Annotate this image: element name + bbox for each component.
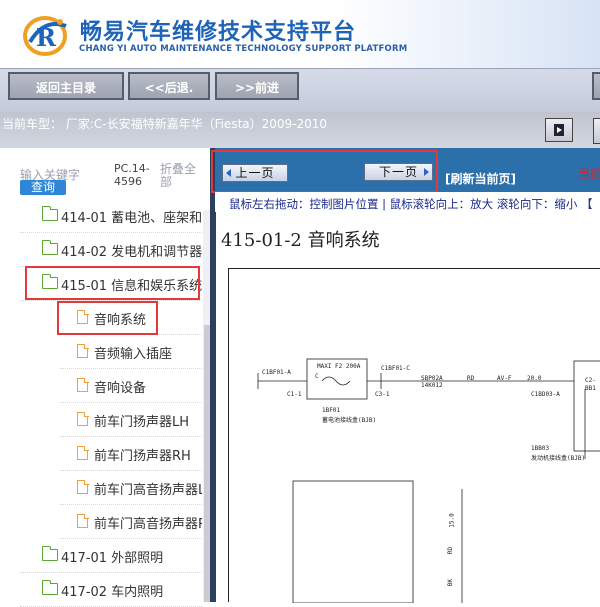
diagram-label: BB1 bbox=[585, 385, 596, 392]
tree-item-label: 414-02 发电机和调节器 bbox=[61, 245, 202, 260]
tree-item-front-door-speaker-lh[interactable]: 前车门扬声器LH bbox=[0, 403, 202, 437]
tree-item-label: 414-01 蓄电池、座架和电 bbox=[61, 211, 202, 226]
document-icon bbox=[77, 445, 89, 460]
tree-item-label: 前车门高音扬声器LH bbox=[94, 483, 202, 498]
brand-title: 畅易汽车维修技术支持平台 bbox=[80, 19, 357, 45]
diagram-label: C bbox=[315, 373, 319, 380]
forward-button[interactable]: >>前进 bbox=[215, 72, 299, 100]
vehicle-toggle-button[interactable] bbox=[545, 118, 573, 142]
diagram-label: C1-1 bbox=[287, 391, 302, 398]
diagram-label: 1BB03 bbox=[531, 445, 550, 452]
diagram-label: SBP02A bbox=[421, 375, 443, 382]
diagram-label: C2- bbox=[585, 377, 596, 384]
diagram-label: BK bbox=[447, 578, 455, 587]
tree-item-audio-unit[interactable]: 音响设备 bbox=[0, 369, 202, 403]
tree-item-label: 音频输入插座 bbox=[94, 347, 173, 362]
tree-item-label: 417-02 车内照明 bbox=[61, 585, 164, 600]
search-button[interactable]: 查询 bbox=[20, 180, 66, 195]
wiring-diagram[interactable]: C1BF01-A C1-1 MAXI F2 200A C C1BF01-C C3… bbox=[228, 268, 600, 603]
refresh-page-link[interactable]: [刷新当前页] bbox=[445, 170, 516, 187]
document-icon bbox=[77, 377, 89, 392]
highlight-box-audio-system bbox=[57, 301, 158, 335]
diagram-label: 15.0 bbox=[448, 513, 456, 528]
highlight-box-415-01 bbox=[25, 266, 200, 300]
document-icon bbox=[77, 513, 89, 528]
tree-item-front-door-tweeter-rh[interactable]: 前车门高音扬声器RH bbox=[0, 505, 202, 539]
brand-subtitle: CHANG YI AUTO MAINTENANCE TECHNOLOGY SUP… bbox=[79, 44, 408, 54]
tree-item-label: 前车门高音扬声器RH bbox=[94, 517, 202, 532]
collapse-all-button[interactable]: 折叠全部 bbox=[160, 163, 200, 189]
folder-icon bbox=[41, 240, 58, 255]
folder-icon bbox=[41, 546, 58, 561]
tree-item-label: 前车门扬声器LH bbox=[94, 415, 190, 430]
nav-button-partial[interactable] bbox=[592, 72, 600, 100]
tree-item-label: 417-01 外部照明 bbox=[61, 551, 164, 566]
tree-item-414-02[interactable]: 414-02 发电机和调节器 bbox=[0, 233, 202, 267]
diagram-label: RD bbox=[467, 375, 475, 382]
play-icon bbox=[554, 124, 564, 136]
home-button[interactable]: 返回主目录 bbox=[8, 72, 124, 100]
tree-item-417-01[interactable]: 417-01 外部照明 bbox=[0, 539, 202, 573]
wiring-diagram-lines bbox=[257, 358, 600, 603]
diagram-label: C1BD03-A bbox=[531, 391, 560, 398]
diagram-label: RD bbox=[447, 546, 455, 555]
svg-text:R: R bbox=[36, 23, 57, 52]
diagram-label: C1BF01-C bbox=[381, 365, 410, 372]
pc-code-label: PC.14-4596 bbox=[114, 162, 150, 188]
tree-item-414-01[interactable]: 414-01 蓄电池、座架和电 bbox=[0, 199, 202, 233]
current-page-label: 当前 bbox=[578, 167, 600, 181]
diagram-label: AV-F bbox=[497, 375, 512, 382]
document-icon bbox=[77, 343, 89, 358]
tree-item-audio-input-jack[interactable]: 音频输入插座 bbox=[0, 335, 202, 369]
folder-icon bbox=[41, 580, 58, 595]
tree-item-front-door-tweeter-lh[interactable]: 前车门高音扬声器LH bbox=[0, 471, 202, 505]
mouse-hint-text: 鼠标左右拖动：控制图片位置 | 鼠标滚轮向上：放大 滚轮向下：缩小 【 bbox=[229, 197, 593, 211]
diagram-label: C3-1 bbox=[375, 391, 390, 398]
document-icon bbox=[77, 479, 89, 494]
document-icon bbox=[77, 411, 89, 426]
document-title: 415-01-2 音响系统 bbox=[221, 230, 380, 251]
diagram-label: MAXI F2 200A bbox=[317, 363, 361, 370]
brand-logo-icon: R bbox=[23, 16, 67, 56]
diagram-label: 14K012 bbox=[421, 382, 443, 389]
tree-item-label: 前车门扬声器RH bbox=[94, 449, 191, 464]
current-vehicle-text: 当前车型： 厂家:C-长安福特新嘉年华（Fiesta）2009-2010 bbox=[2, 117, 328, 131]
back-button[interactable]: <<后退. bbox=[128, 72, 210, 100]
tree-item-front-door-speaker-rh[interactable]: 前车门扬声器RH bbox=[0, 437, 202, 471]
diagram-label: 20.0 bbox=[527, 375, 542, 382]
diagram-label: 发动机接线盒(BJB) bbox=[531, 455, 586, 462]
vehicle-button-partial[interactable] bbox=[593, 118, 600, 144]
diagram-label: 1BF01 bbox=[322, 407, 341, 414]
diagram-label: 蓄电池接线盒(BJB) bbox=[322, 417, 377, 424]
diagram-label: C1BF01-A bbox=[262, 369, 291, 376]
folder-icon bbox=[41, 206, 58, 221]
tree-item-label: 音响设备 bbox=[94, 381, 147, 396]
highlight-box-page-buttons bbox=[211, 150, 438, 193]
